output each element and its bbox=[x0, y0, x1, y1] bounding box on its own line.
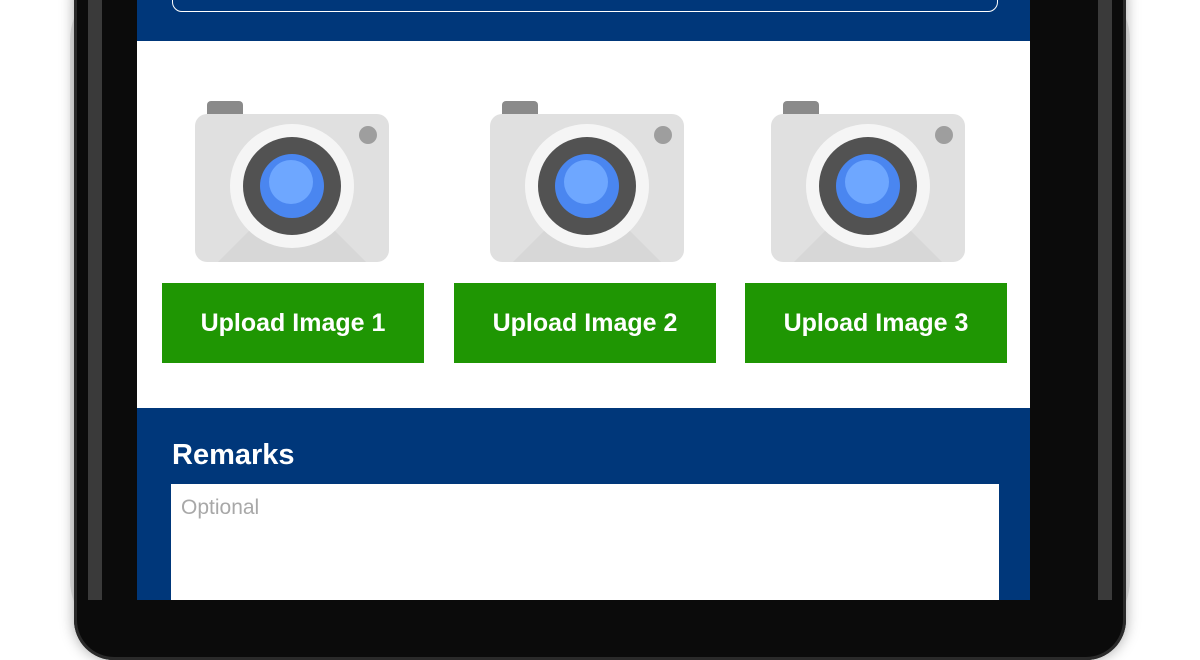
camera-lens-highlight bbox=[845, 160, 889, 204]
upload-image-1-button[interactable]: Upload Image 1 bbox=[162, 283, 424, 363]
upload-image-2-button[interactable]: Upload Image 2 bbox=[454, 283, 716, 363]
phone-edge-right bbox=[1098, 0, 1112, 600]
remarks-input[interactable] bbox=[171, 484, 999, 600]
remarks-section: Remarks bbox=[137, 408, 1030, 600]
upload-section: Upload Image 1 Upload Image 2 Upload Ima… bbox=[137, 41, 1030, 408]
upload-image-3-button[interactable]: Upload Image 3 bbox=[745, 283, 1007, 363]
upload-slot-1: Upload Image 1 bbox=[162, 41, 424, 408]
app-screen: Upload Image 1 Upload Image 2 Upload Ima… bbox=[137, 0, 1030, 600]
camera-icon[interactable] bbox=[771, 99, 965, 264]
camera-body bbox=[771, 114, 965, 262]
camera-body bbox=[490, 114, 684, 262]
camera-flash bbox=[935, 126, 953, 144]
camera-lens-highlight bbox=[269, 160, 313, 204]
camera-icon[interactable] bbox=[490, 99, 684, 264]
phone-edge-left bbox=[88, 0, 102, 600]
upload-slot-3: Upload Image 3 bbox=[745, 41, 1007, 408]
top-input-field[interactable] bbox=[172, 0, 998, 12]
camera-icon[interactable] bbox=[195, 99, 389, 264]
camera-flash bbox=[359, 126, 377, 144]
camera-flash bbox=[654, 126, 672, 144]
remarks-label: Remarks bbox=[172, 439, 295, 471]
camera-body bbox=[195, 114, 389, 262]
camera-lens-highlight bbox=[564, 160, 608, 204]
top-section bbox=[137, 0, 1030, 41]
upload-slot-2: Upload Image 2 bbox=[454, 41, 716, 408]
